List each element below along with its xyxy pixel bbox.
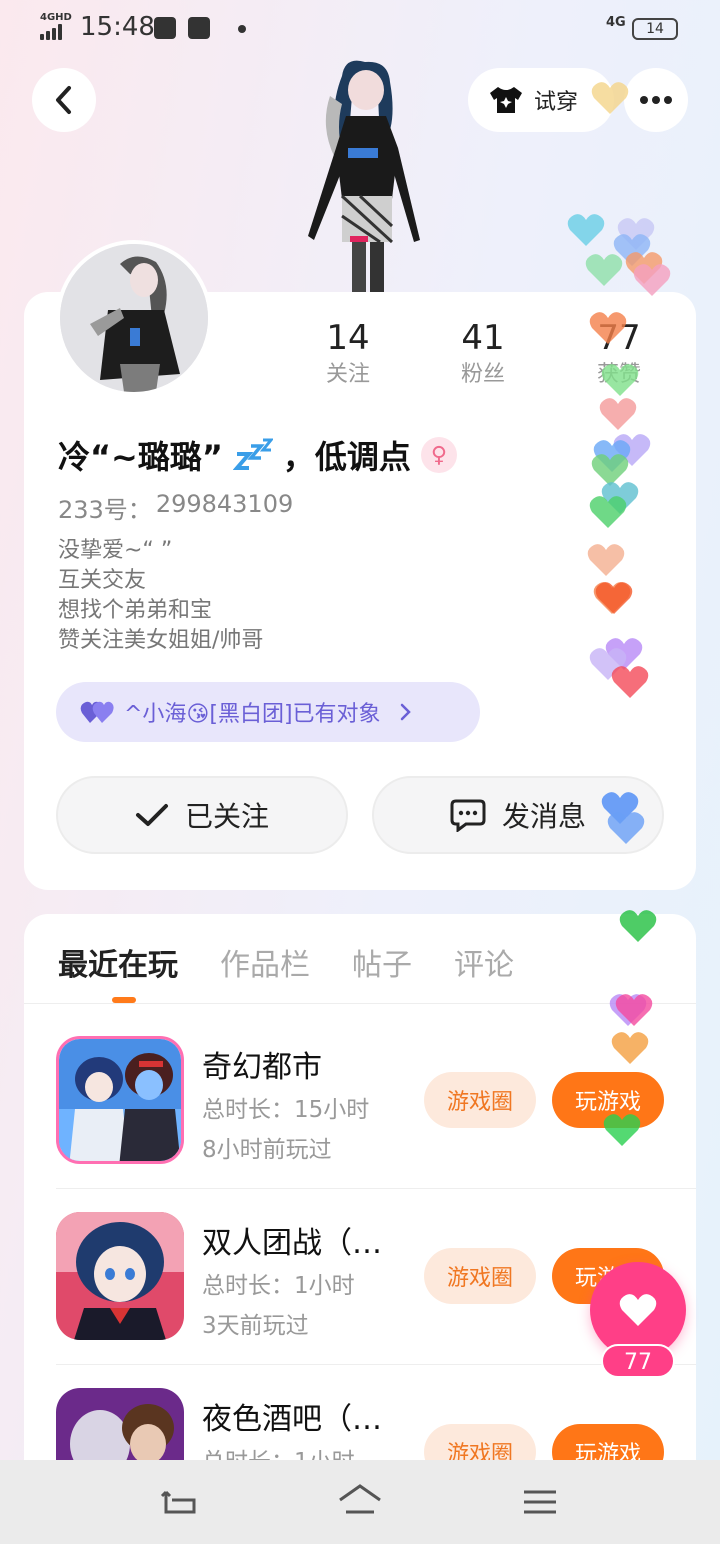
system-nav-bar [0, 1460, 720, 1544]
sim-icon [154, 17, 176, 39]
floating-heart-icon [611, 666, 649, 698]
heart-icon [619, 1294, 657, 1326]
divider [56, 1188, 696, 1189]
home-nav-icon[interactable] [338, 1482, 382, 1522]
floating-heart-icon [607, 812, 645, 844]
game-icon [56, 1036, 184, 1164]
back-button[interactable] [32, 68, 96, 132]
tab-recently-played[interactable]: 最近在玩 [58, 940, 178, 984]
following-count: 14 [326, 318, 370, 358]
bio: 没挚爱~“ ” 互关交友 想找个弟弟和宝 赞关注美女姐姐/帅哥 [58, 536, 263, 656]
tab-comments[interactable]: 评论 [454, 940, 514, 984]
back-nav-icon[interactable] [158, 1482, 202, 1522]
game-meta: 总时长：15小时 8小时前玩过 [202, 1090, 369, 1170]
floating-heart-icon [615, 994, 653, 1026]
uid-value: 299843109 [155, 490, 294, 518]
nickname-part1: 冷“~璐璐” [58, 438, 223, 476]
floating-heart-icon [567, 214, 605, 246]
last-played: 8小时前玩过 [202, 1137, 332, 1163]
floating-heart-icon [619, 910, 657, 942]
try-on-label: 试穿 [534, 90, 579, 115]
floating-heart-icon [603, 1114, 641, 1146]
floating-heart-icon [611, 1032, 649, 1064]
total-playtime: 总时长：1小时 [202, 1273, 355, 1299]
bio-line: 想找个弟弟和宝 [58, 598, 213, 623]
tab-works[interactable]: 作品栏 [220, 940, 310, 984]
followed-label: 已关注 [184, 800, 269, 833]
sleep-zzz-icon [232, 438, 273, 470]
avatar[interactable] [56, 240, 212, 396]
notification-icon [188, 17, 210, 39]
game-circle-button[interactable]: 游戏圈 [424, 1248, 536, 1304]
clock: 15:48 [80, 12, 155, 42]
tab-posts[interactable]: 帖子 [352, 940, 412, 984]
bio-line: 互关交友 [58, 568, 147, 593]
like-count-badge: 77 [601, 1344, 675, 1378]
game-title: 双人团战（… [202, 1226, 382, 1261]
game-row[interactable]: 奇幻都市 总时长：15小时 8小时前玩过 游戏圈 玩游戏 [56, 1036, 696, 1212]
following-stat[interactable]: 14 关注 [293, 316, 403, 390]
followed-button[interactable]: 已关注 [56, 776, 348, 854]
floating-heart-icon [589, 312, 627, 344]
divider [24, 1003, 696, 1004]
signal-icon [40, 24, 70, 40]
game-meta: 总时长：1小时 3天前玩过 [202, 1266, 355, 1346]
avatar-image [60, 244, 208, 392]
avatar-character-image [308, 60, 420, 292]
total-playtime: 总时长：15小时 [202, 1097, 370, 1123]
fans-count: 41 [461, 318, 505, 358]
more-dot-icon [640, 96, 648, 104]
more-dot-icon [652, 96, 660, 104]
uid-label: 233号： [58, 496, 152, 524]
network-indicator-right: 4G [606, 15, 626, 30]
game-title: 奇幻都市 [202, 1050, 322, 1085]
more-options-button[interactable] [624, 68, 688, 132]
menu-nav-icon[interactable] [518, 1482, 562, 1522]
female-gender-icon: ♀ [420, 437, 457, 473]
send-message-label: 发消息 [501, 800, 586, 833]
chevron-right-icon [400, 703, 411, 721]
floating-heart-icon [633, 264, 671, 296]
game-title: 夜色酒吧（… [202, 1402, 382, 1437]
network-indicator: 4GHD [40, 12, 72, 23]
floating-heart-icon [587, 544, 625, 576]
battery-indicator: 14 [632, 18, 678, 40]
floating-heart-icon [591, 82, 629, 114]
bio-line: 赞关注美女姐姐/帅哥 [58, 628, 264, 653]
nickname: 冷“~璐璐” ，低调点 ♀ [58, 432, 457, 478]
relationship-badge[interactable]: ^小海😘[黑白团]已有对象 [56, 682, 480, 742]
check-icon [135, 804, 168, 826]
divider [56, 1364, 696, 1365]
profile-tabs: 最近在玩 作品栏 帖子 评论 [58, 940, 514, 984]
following-label: 关注 [325, 362, 370, 387]
dot-icon [238, 25, 246, 33]
floating-heart-icon [585, 254, 623, 286]
user-id: 233号： 299843109 [58, 490, 293, 525]
floating-heart-icon [589, 496, 627, 528]
floating-heart-icon [599, 398, 637, 430]
game-icon [56, 1212, 184, 1340]
bio-line: 没挚爱~“ ” [58, 538, 173, 563]
nickname-part2: ，低调点 [282, 438, 411, 476]
double-heart-icon [80, 701, 114, 723]
chat-bubble-icon [450, 799, 486, 832]
floating-heart-icon [601, 364, 639, 396]
floating-heart-icon [595, 582, 633, 614]
fans-stat[interactable]: 41 粉丝 [428, 316, 538, 390]
chevron-left-icon [56, 86, 71, 114]
status-bar: 4GHD 15:48 4G 14 [0, 0, 720, 56]
game-circle-button[interactable]: 游戏圈 [424, 1072, 536, 1128]
fans-label: 粉丝 [460, 362, 505, 387]
relationship-text: ^小海😘[黑白团]已有对象 [124, 702, 381, 727]
more-dot-icon [664, 96, 672, 104]
last-played: 3天前玩过 [202, 1313, 309, 1339]
tshirt-icon [490, 87, 522, 113]
